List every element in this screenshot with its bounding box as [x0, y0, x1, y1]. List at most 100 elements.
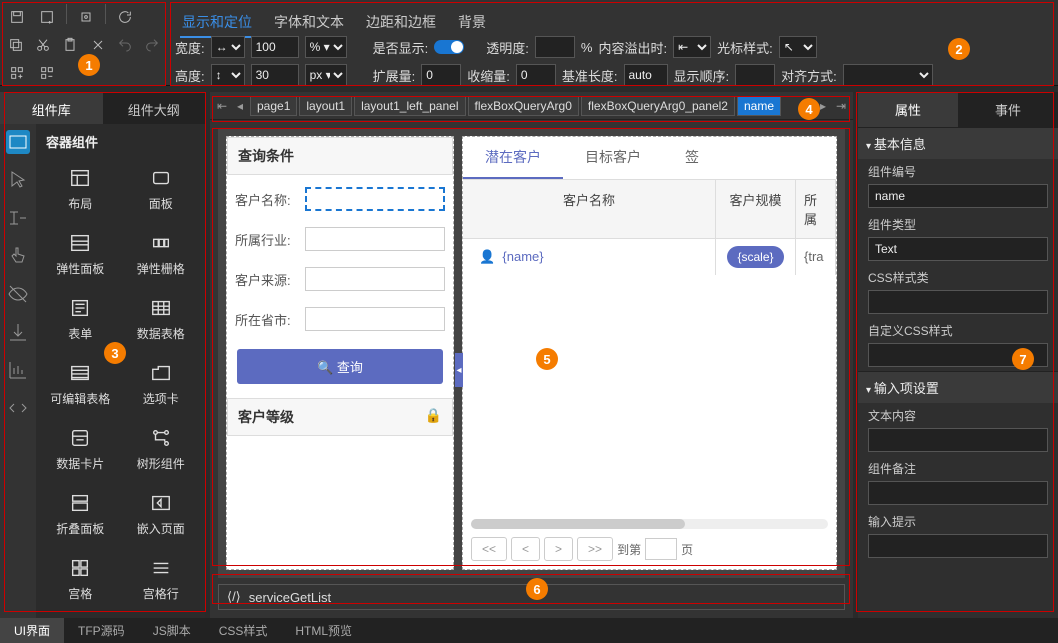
bc-leftpanel[interactable]: layout1_left_panel [354, 96, 465, 116]
comp-tree[interactable]: 树形组件 [121, 419, 202, 480]
comp-form[interactable]: 表单 [40, 289, 121, 350]
undo-icon[interactable] [113, 32, 136, 58]
bc-prev-icon[interactable]: ◂ [232, 99, 248, 113]
tab-bg[interactable]: 背景 [456, 8, 488, 38]
tab-outline[interactable]: 组件大纲 [103, 92, 206, 127]
bc-first-icon[interactable]: ⇤ [214, 99, 230, 113]
tab-potential[interactable]: 潜在客户 [463, 137, 563, 179]
btab-css[interactable]: CSS样式 [205, 618, 282, 643]
rail-hide-icon[interactable] [6, 282, 30, 306]
btab-js[interactable]: JS脚本 [139, 618, 205, 643]
shrink-label: 收缩量: [467, 66, 510, 85]
rail-code-icon[interactable] [6, 396, 30, 420]
section-input[interactable]: 输入项设置 [858, 371, 1058, 403]
height-mode[interactable]: ↕ [211, 64, 245, 86]
btab-ui[interactable]: UI界面 [0, 618, 64, 643]
cursor-select[interactable]: ↖ [779, 36, 817, 58]
btab-html[interactable]: HTML预览 [281, 618, 366, 643]
width-mode[interactable]: ↔ [211, 36, 245, 58]
cut-icon[interactable] [31, 32, 54, 58]
basis-input[interactable] [624, 64, 668, 86]
comp-gridrow[interactable]: 宫格行 [121, 549, 202, 610]
rail-touch-icon[interactable] [6, 244, 30, 268]
comp-flexgrid[interactable]: 弹性栅格 [121, 224, 202, 285]
comp-datatable[interactable]: 数据表格 [121, 289, 202, 350]
comp-flexpanel[interactable]: 弹性面板 [40, 224, 121, 285]
comp-edittable[interactable]: 可编辑表格 [40, 354, 121, 415]
opacity-input[interactable] [535, 36, 575, 58]
rail-export-icon[interactable] [6, 320, 30, 344]
width-label: 宽度: [175, 38, 205, 57]
tab-font[interactable]: 字体和文本 [272, 8, 346, 38]
bc-page1[interactable]: page1 [250, 96, 297, 116]
height-unit[interactable]: px ▾ [305, 64, 347, 86]
comp-collapse[interactable]: 折叠面板 [40, 484, 121, 545]
paste-icon[interactable] [59, 32, 82, 58]
rail-chart-icon[interactable] [6, 358, 30, 382]
tab-component-lib[interactable]: 组件库 [0, 92, 103, 127]
grid-remove-icon[interactable] [34, 60, 60, 86]
customer-name-input[interactable] [305, 187, 445, 211]
table-row[interactable]: 👤 {name} {scale} {tra [463, 239, 836, 275]
height-input[interactable] [251, 64, 299, 86]
tab-events[interactable]: 事件 [958, 92, 1058, 127]
page-last[interactable]: >> [577, 537, 613, 561]
bc-flexbox[interactable]: flexBoxQueryArg0 [468, 96, 579, 116]
order-input[interactable] [735, 64, 775, 86]
overflow-select[interactable]: ⇤ [673, 36, 711, 58]
bc-name[interactable]: name [737, 96, 781, 116]
page-first[interactable]: << [471, 537, 507, 561]
display-toggle[interactable] [434, 40, 464, 54]
save-as-icon[interactable] [34, 4, 60, 30]
collapse-handle-icon[interactable]: ◂ [455, 353, 463, 387]
remark-input[interactable] [868, 481, 1048, 505]
section-basic[interactable]: 基本信息 [858, 127, 1058, 159]
refresh-icon[interactable] [112, 4, 138, 30]
grid-add-icon[interactable] [4, 60, 30, 86]
page-input[interactable] [645, 538, 677, 560]
redo-icon[interactable] [141, 32, 164, 58]
comp-id-input[interactable] [868, 184, 1048, 208]
align-select[interactable] [843, 64, 933, 86]
bc-last-icon[interactable]: ⇥ [833, 99, 849, 113]
comp-grid[interactable]: 宫格 [40, 549, 121, 610]
bc-panel2[interactable]: flexBoxQueryArg0_panel2 [581, 96, 735, 116]
comp-embed[interactable]: 嵌入页面 [121, 484, 202, 545]
expand-input[interactable] [421, 64, 461, 86]
rail-cursor-icon[interactable] [6, 168, 30, 192]
comp-datacard[interactable]: 数据卡片 [40, 419, 121, 480]
scrollbar[interactable] [471, 519, 828, 529]
province-input[interactable] [305, 307, 445, 331]
height-label: 高度: [175, 66, 205, 85]
comp-tabs[interactable]: 选项卡 [121, 354, 202, 415]
industry-input[interactable] [305, 227, 445, 251]
tab-signed[interactable]: 签 [663, 137, 721, 179]
rail-input-icon[interactable] [6, 206, 30, 230]
tab-properties[interactable]: 属性 [858, 92, 958, 127]
tab-display[interactable]: 显示和定位 [180, 8, 254, 38]
width-unit[interactable]: % ▾ [305, 36, 347, 58]
bottom-tabs: UI界面 TFP源码 JS脚本 CSS样式 HTML预览 [0, 618, 1058, 643]
order-label: 显示顺序: [674, 66, 730, 85]
rail-container-icon[interactable] [6, 130, 30, 154]
query-button[interactable]: 🔍 查询 [237, 349, 443, 384]
tab-margin[interactable]: 边距和边框 [364, 8, 438, 38]
copy-icon[interactable] [4, 32, 27, 58]
page-prev[interactable]: < [511, 537, 540, 561]
css-class-input[interactable] [868, 290, 1048, 314]
text-content-input[interactable] [868, 428, 1048, 452]
comp-layout[interactable]: 布局 [40, 159, 121, 220]
save-icon[interactable] [4, 4, 30, 30]
source-input[interactable] [305, 267, 445, 291]
comp-panel[interactable]: 面板 [121, 159, 202, 220]
width-input[interactable] [251, 36, 299, 58]
bc-layout1[interactable]: layout1 [299, 96, 352, 116]
hint-input[interactable] [868, 534, 1048, 558]
preview-icon[interactable] [73, 4, 99, 30]
tab-target[interactable]: 目标客户 [563, 137, 663, 179]
shrink-input[interactable] [516, 64, 556, 86]
th-industry: 所属 [796, 180, 836, 238]
breadcrumb: ⇤ ◂ page1 layout1 layout1_left_panel fle… [210, 92, 853, 120]
btab-tfp[interactable]: TFP源码 [64, 618, 139, 643]
page-next[interactable]: > [544, 537, 573, 561]
